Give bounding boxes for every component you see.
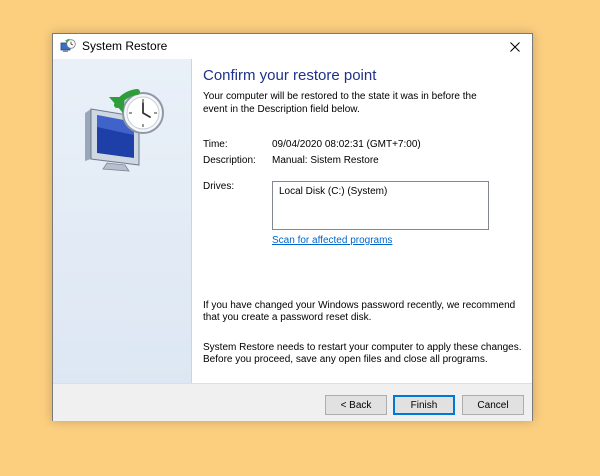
cancel-button[interactable]: Cancel	[462, 395, 524, 415]
time-value: 09/04/2020 08:02:31 (GMT+7:00)	[272, 139, 421, 150]
time-label: Time:	[203, 139, 228, 150]
drives-label: Drives:	[203, 181, 235, 192]
title-bar: System Restore	[53, 34, 532, 59]
content-area: Confirm your restore point Your computer…	[192, 59, 532, 383]
list-item[interactable]: Local Disk (C:) (System)	[279, 186, 387, 197]
window-title: System Restore	[82, 39, 168, 53]
close-button[interactable]	[498, 34, 532, 59]
description-value: Manual: Sistem Restore	[272, 155, 379, 166]
side-panel	[53, 59, 192, 383]
password-note: If you have changed your Windows passwor…	[203, 300, 516, 323]
system-restore-icon	[60, 38, 76, 54]
intro-text: Your computer will be restored to the st…	[203, 91, 477, 115]
page-title: Confirm your restore point	[203, 67, 377, 84]
system-restore-dialog: System Restore Confirm your restore poin…	[52, 33, 533, 421]
monitor-clock-restore-icon	[85, 89, 164, 172]
back-button[interactable]: < Back	[325, 395, 387, 415]
scan-affected-programs-link[interactable]: Scan for affected programs	[272, 235, 392, 246]
description-label: Description:	[203, 155, 256, 166]
finish-button[interactable]: Finish	[393, 395, 455, 415]
close-icon	[510, 41, 520, 52]
drives-list[interactable]: Local Disk (C:) (System)	[272, 181, 489, 230]
button-bar: < Back Finish Cancel	[53, 383, 532, 421]
restart-note: System Restore needs to restart your com…	[203, 342, 522, 365]
